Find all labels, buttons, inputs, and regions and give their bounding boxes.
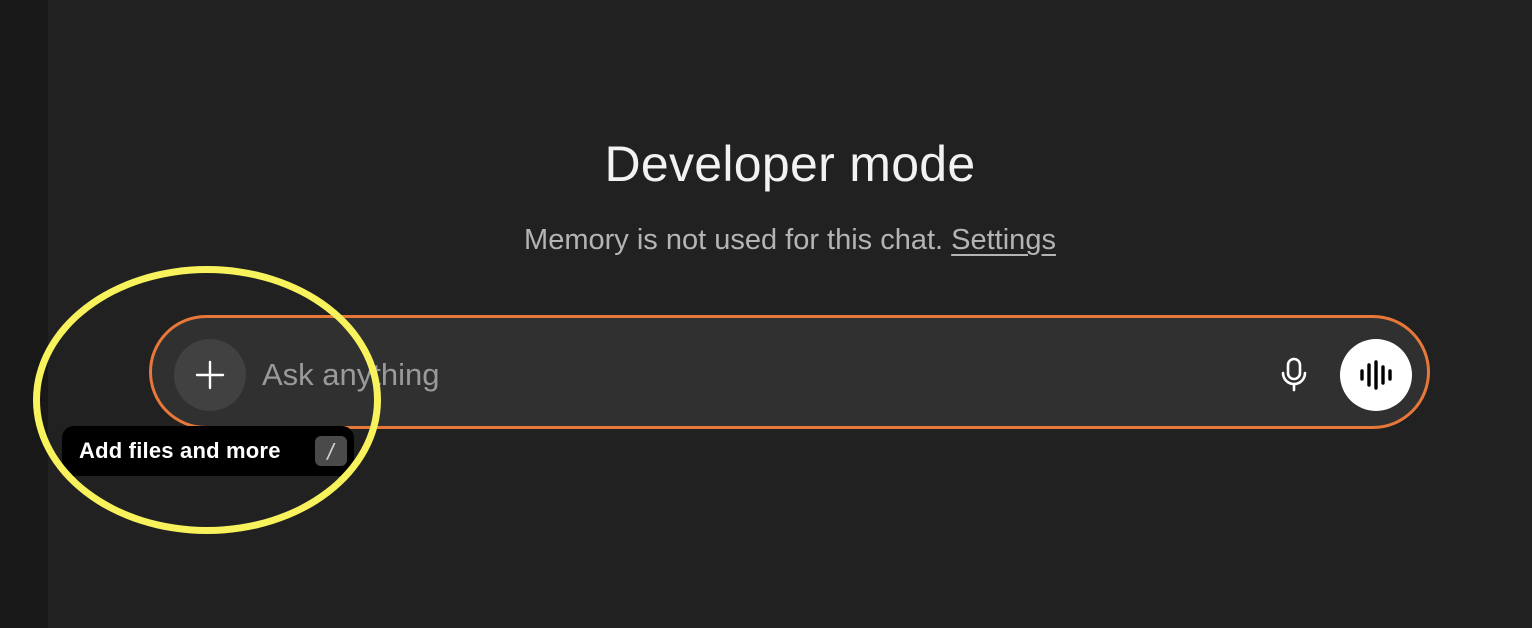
memory-notice: Memory is not used for this chat. Settin… <box>48 222 1532 258</box>
voice-waveform-icon <box>1360 360 1392 390</box>
settings-link[interactable]: Settings <box>951 224 1056 256</box>
dictate-button[interactable] <box>1270 351 1318 399</box>
voice-mode-button[interactable] <box>1340 339 1412 411</box>
memory-notice-text: Memory is not used for this chat. <box>524 224 944 256</box>
sidebar-strip <box>0 0 48 628</box>
keyboard-shortcut-badge: / <box>315 436 347 466</box>
prompt-input[interactable] <box>260 345 1164 405</box>
microphone-icon <box>1281 357 1307 392</box>
chat-composer <box>149 315 1430 429</box>
add-files-tooltip: Add files and more / <box>62 426 354 476</box>
add-files-button[interactable] <box>174 339 246 411</box>
plus-icon <box>195 360 225 390</box>
page-title: Developer mode <box>604 136 976 192</box>
chat-page: Developer mode Memory is not used for th… <box>0 0 1532 628</box>
tooltip-label: Add files and more <box>79 438 281 463</box>
